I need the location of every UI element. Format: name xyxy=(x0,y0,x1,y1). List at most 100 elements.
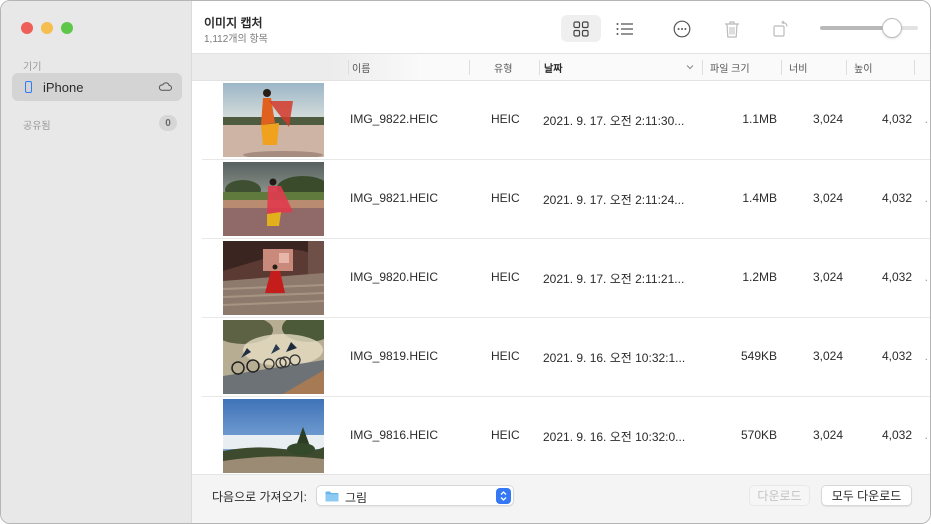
column-header-width[interactable]: 너비 xyxy=(789,54,807,81)
file-size: 1.1MB xyxy=(742,112,777,126)
column-divider xyxy=(469,60,470,75)
window-title: 이미지 캡처 xyxy=(204,16,263,30)
shared-count-badge: 0 xyxy=(159,115,177,131)
file-name: IMG_9821.HEIC xyxy=(350,191,439,205)
column-header-size[interactable]: 파일 크기 xyxy=(710,54,750,81)
image-capture-window: 기기 iPhone 공유됨 0 이미지 캡처 1,112개의 항목 이름 유형 … xyxy=(0,0,931,524)
header-thumbnail-area xyxy=(192,54,422,80)
import-footer: 다음으로 가져오기: 그림 다운로드 모두 다운로드 xyxy=(192,474,930,523)
file-name: IMG_9822.HEIC xyxy=(350,112,439,126)
file-date: 2021. 9. 17. 오전 2:11:21... xyxy=(543,272,685,286)
close-button[interactable] xyxy=(21,22,33,34)
file-type: HEIC xyxy=(491,428,520,442)
iphone-icon xyxy=(25,81,32,93)
sidebar-item-label: iPhone xyxy=(43,79,84,95)
table-row[interactable]: IMG_9821.HEIC HEIC 2021. 9. 17. 오전 2:11:… xyxy=(192,160,930,239)
file-size: 549KB xyxy=(740,349,777,363)
import-destination-popup[interactable]: 그림 xyxy=(316,485,514,506)
file-date: 2021. 9. 17. 오전 2:11:30... xyxy=(543,114,685,128)
list-view-button[interactable] xyxy=(605,15,645,42)
column-divider xyxy=(781,60,782,75)
column-header-row: 이름 유형 날짜 파일 크기 너비 높이 xyxy=(192,54,930,81)
cloud-icon xyxy=(158,82,172,91)
image-height: 4,032 xyxy=(881,191,912,205)
folder-icon xyxy=(325,491,339,502)
column-header-type[interactable]: 유형 xyxy=(494,54,512,81)
image-width: 3,024 xyxy=(812,112,843,126)
file-date: 2021. 9. 17. 오전 2:11:24... xyxy=(543,193,685,207)
devices-section-label: 기기 xyxy=(23,62,42,73)
column-header-date[interactable]: 날짜 xyxy=(544,54,562,81)
more-options-button[interactable] xyxy=(662,15,702,42)
image-height: 4,032 xyxy=(881,428,912,442)
column-divider xyxy=(539,60,540,75)
column-header-height[interactable]: 높이 xyxy=(854,54,872,81)
popup-stepper-icon xyxy=(496,488,511,504)
grid-view-button[interactable] xyxy=(561,15,601,42)
trash-icon xyxy=(725,20,739,38)
image-height: 4,032 xyxy=(881,270,912,284)
column-divider xyxy=(702,60,703,75)
column-divider xyxy=(348,60,349,75)
table-row[interactable]: IMG_9822.HEIC HEIC 2021. 9. 17. 오전 2:11:… xyxy=(192,81,930,160)
shared-section-label: 공유됨 xyxy=(23,121,51,132)
file-type: HEIC xyxy=(491,191,520,205)
image-width: 3,024 xyxy=(812,349,843,363)
table-row[interactable]: IMG_9819.HEIC HEIC 2021. 9. 16. 오전 10:32… xyxy=(192,318,930,397)
table-row[interactable]: IMG_9816.HEIC HEIC 2021. 9. 16. 오전 10:32… xyxy=(192,397,930,474)
thumbnail-size-slider[interactable] xyxy=(820,18,920,38)
truncated-column-indicator: . xyxy=(924,270,928,284)
file-name: IMG_9816.HEIC xyxy=(350,428,439,442)
minimize-button[interactable] xyxy=(41,22,53,34)
slider-track-filled xyxy=(820,26,888,30)
thumbnail-image xyxy=(223,162,324,236)
image-width: 3,024 xyxy=(812,191,843,205)
truncated-column-indicator: . xyxy=(924,112,928,126)
file-size: 570KB xyxy=(740,428,777,442)
image-width: 3,024 xyxy=(812,428,843,442)
download-all-button[interactable]: 모두 다운로드 xyxy=(821,485,912,506)
file-size: 1.4MB xyxy=(742,191,777,205)
file-date: 2021. 9. 16. 오전 10:32:1... xyxy=(543,351,686,365)
image-height: 4,032 xyxy=(881,112,912,126)
thumbnail-image xyxy=(223,399,324,473)
chevron-down-icon xyxy=(686,65,694,70)
file-date: 2021. 9. 16. 오전 10:32:0... xyxy=(543,430,686,444)
column-divider xyxy=(914,60,915,75)
photo-list: IMG_9822.HEIC HEIC 2021. 9. 17. 오전 2:11:… xyxy=(192,81,930,474)
truncated-column-indicator: . xyxy=(924,428,928,442)
column-divider xyxy=(846,60,847,75)
thumbnail-image xyxy=(223,241,324,315)
zoom-button[interactable] xyxy=(61,22,73,34)
file-name: IMG_9820.HEIC xyxy=(350,270,439,284)
file-size: 1.2MB xyxy=(742,270,777,284)
item-count: 1,112개의 항목 xyxy=(204,34,268,45)
window-controls xyxy=(21,22,73,34)
import-destination-label: 다음으로 가져오기: xyxy=(212,490,307,504)
image-width: 3,024 xyxy=(812,270,843,284)
rotate-button[interactable] xyxy=(761,15,801,42)
ellipsis-circle-icon xyxy=(673,20,691,37)
delete-button[interactable] xyxy=(712,15,752,42)
truncated-column-indicator: . xyxy=(924,349,928,363)
sidebar-item-iphone[interactable]: iPhone xyxy=(12,73,182,101)
file-type: HEIC xyxy=(491,270,520,284)
file-name: IMG_9819.HEIC xyxy=(350,349,439,363)
toolbar: 이미지 캡처 1,112개의 항목 xyxy=(192,1,930,54)
thumbnail-image xyxy=(223,320,324,394)
table-row[interactable]: IMG_9820.HEIC HEIC 2021. 9. 17. 오전 2:11:… xyxy=(192,239,930,318)
import-destination-value: 그림 xyxy=(345,491,368,505)
image-height: 4,032 xyxy=(881,349,912,363)
slider-thumb[interactable] xyxy=(882,18,902,38)
file-type: HEIC xyxy=(491,349,520,363)
download-button[interactable]: 다운로드 xyxy=(749,485,810,506)
file-type: HEIC xyxy=(491,112,520,126)
grid-icon xyxy=(573,20,589,37)
thumbnail-image xyxy=(223,83,324,157)
sidebar: 기기 iPhone 공유됨 0 xyxy=(1,1,192,523)
column-header-name[interactable]: 이름 xyxy=(352,54,370,81)
truncated-column-indicator: . xyxy=(924,191,928,205)
shared-section: 공유됨 0 xyxy=(23,115,177,132)
list-icon xyxy=(616,22,633,35)
rotate-icon xyxy=(773,19,788,37)
